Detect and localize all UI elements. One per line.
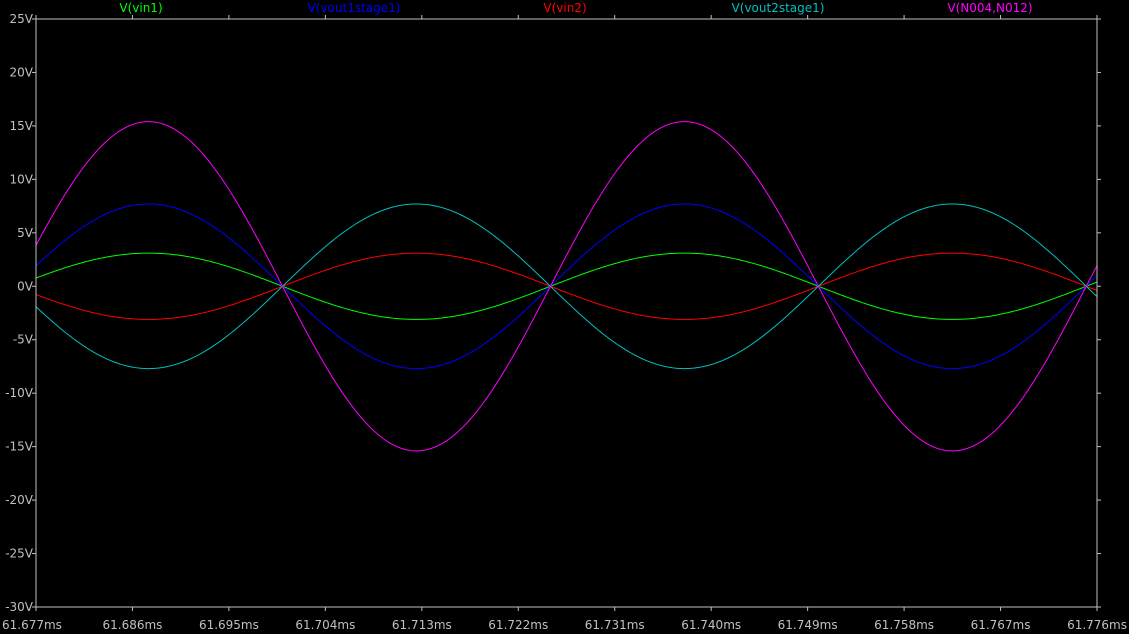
x-tick-label: 61.695ms <box>199 618 259 632</box>
x-tick-label: 61.686ms <box>102 618 162 632</box>
x-tick-label: 61.749ms <box>778 618 838 632</box>
legend-item[interactable]: V(vin2) <box>543 1 586 15</box>
y-tick-label: -25V <box>5 547 34 561</box>
y-tick-label: 5V <box>17 226 34 240</box>
legend-item[interactable]: V(vin1) <box>119 1 162 15</box>
x-tick-label: 61.677ms <box>2 618 62 632</box>
y-tick-label: 20V <box>10 65 34 79</box>
x-tick-label: 61.704ms <box>295 618 355 632</box>
y-tick-label: 0V <box>17 279 34 293</box>
x-tick-label: 61.731ms <box>585 618 645 632</box>
waveform-plot: V(vin1) V(vout1stage1) V(vin2) V(vout2stage… <box>0 0 1129 634</box>
legend-item[interactable]: V(vout2stage1) <box>732 1 825 15</box>
x-tick-label: 61.776ms <box>1067 618 1127 632</box>
x-tick-label: 61.767ms <box>971 618 1031 632</box>
y-tick-label: -15V <box>5 440 34 454</box>
y-tick-label: 10V <box>10 172 34 186</box>
plot-background <box>0 0 1129 634</box>
y-tick-label: -30V <box>5 600 34 614</box>
y-tick-label: 25V <box>10 12 34 26</box>
y-tick-label: -10V <box>5 386 34 400</box>
x-tick-label: 61.713ms <box>392 618 452 632</box>
y-tick-label: -5V <box>13 333 34 347</box>
x-tick-label: 61.740ms <box>681 618 741 632</box>
legend-item[interactable]: V(vout1stage1) <box>308 1 401 15</box>
legend-item[interactable]: V(N004,N012) <box>947 1 1032 15</box>
x-tick-label: 61.758ms <box>874 618 934 632</box>
y-tick-label: 15V <box>10 119 34 133</box>
y-tick-label: -20V <box>5 493 34 507</box>
x-tick-label: 61.722ms <box>488 618 548 632</box>
